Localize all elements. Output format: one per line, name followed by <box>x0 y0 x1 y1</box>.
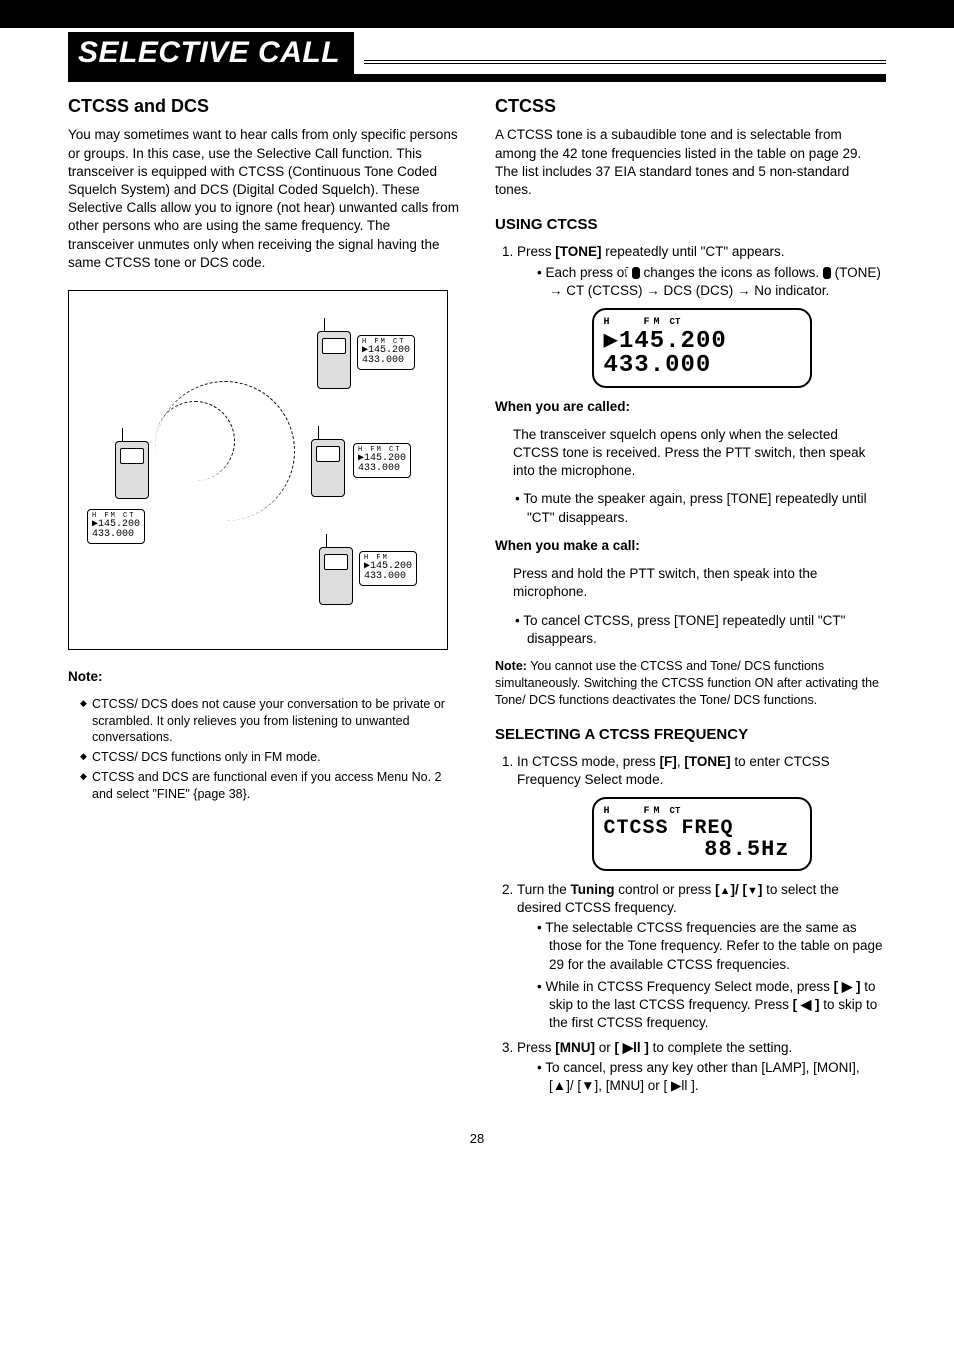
page-title: SELECTIVE CALL <box>68 32 354 74</box>
when-making-heading: When you make a call: <box>495 537 886 555</box>
radio-left-screen: H FM CT ▶145.200 433.000 <box>87 509 145 544</box>
handheld-radio-icon <box>317 331 351 389</box>
lcd-ct: CT <box>670 806 681 816</box>
broadcast-wave-icon <box>155 381 295 521</box>
lcd-line2: 433.000 <box>358 464 406 474</box>
section-ctcss-dcs-heading: CTCSS and DCS <box>68 94 459 118</box>
lcd-h: H <box>604 806 614 817</box>
lcd-line1: ▶145.200 <box>604 330 800 354</box>
lcd-line2: 88.5Hz <box>604 839 800 861</box>
mnu-key: [MNU] <box>555 1040 595 1055</box>
up-down-keys: [▲]/ [▼] <box>715 882 762 897</box>
lcd-line2: 433.000 <box>364 572 412 582</box>
right-column: CTCSS A CTCSS tone is a subaudible tone … <box>495 88 886 1101</box>
radio-mid-screen: H FM CT ▶145.200 433.000 <box>353 443 411 478</box>
title-underline <box>68 74 886 82</box>
right-arrow-key: [ ▶ ] <box>834 979 861 994</box>
left-column: CTCSS and DCS You may sometimes want to … <box>68 88 459 1101</box>
step-text: or <box>595 1040 615 1055</box>
left-arrow-key: [ ◀ ] <box>793 997 820 1012</box>
lcd-line2: 433.000 <box>92 530 140 540</box>
lcd-ctcss-on: H FM CT ▶145.200 433.000 <box>592 308 812 388</box>
using-ctcss-heading: USING CTCSS <box>495 215 886 235</box>
lcd-line2: 433.000 <box>604 354 800 378</box>
handheld-radio-icon <box>311 439 345 497</box>
step-text: Press <box>517 1040 555 1055</box>
right-arrow-icon: ▶ <box>842 979 852 994</box>
tone-key: [TONE] <box>555 244 601 259</box>
ctcss-dcs-intro: You may sometimes want to hear calls fro… <box>68 126 459 272</box>
lcd-ctcss-freq: H FM CT CTCSS FREQ 88.5Hz <box>592 797 812 871</box>
t-icon: T <box>632 267 640 279</box>
f-key: [F] <box>660 754 677 769</box>
selecting-ctcss-freq-heading: SELECTING A CTCSS FREQUENCY <box>495 725 886 745</box>
ctcss-note: Note: You cannot use the CTCSS and Tone/… <box>495 658 886 709</box>
step-text: repeatedly until "CT" appears. <box>602 244 785 259</box>
lcd-fm: FM <box>644 317 664 328</box>
when-called-text: The transceiver squelch opens only when … <box>513 426 886 481</box>
bullet-text: The selectable CTCSS frequencies are the… <box>545 920 882 971</box>
section-ctcss-heading: CTCSS <box>495 94 886 118</box>
radio-group-figure: H FM CT ▶145.200 433.000 H FM CT ▶145.20… <box>68 290 448 650</box>
note-item: CTCSS and DCS are functional even if you… <box>80 769 459 802</box>
up-arrow-icon: ▲ <box>720 885 731 897</box>
note-heading: Note: <box>495 659 527 673</box>
window-topbar <box>0 0 954 28</box>
step-text: Press <box>517 244 555 259</box>
step-text: control or press <box>615 882 716 897</box>
ctcss-intro: A CTCSS tone is a subaudible tone and is… <box>495 126 886 199</box>
bullet-text: To mute the speaker again, press [TONE] … <box>523 491 866 524</box>
down-arrow-icon: ▼ <box>747 885 758 897</box>
lcd-h: H <box>604 317 614 328</box>
note-item: CTCSS/ DCS does not cause your conversat… <box>80 696 459 745</box>
note-text: You cannot use the CTCSS and Tone/ DCS f… <box>495 659 879 707</box>
sel-step-3: Press [MNU] or [ ▶ll ] to complete the s… <box>517 1039 886 1096</box>
tuning-control: Tuning <box>571 882 615 897</box>
note-item: CTCSS/ DCS functions only in FM mode. <box>80 749 459 765</box>
step-text: to complete the setting. <box>649 1040 792 1055</box>
sel-bullet-1: • The selectable CTCSS frequencies are t… <box>549 919 886 974</box>
page-number: 28 <box>68 1131 886 1146</box>
handheld-radio-icon <box>319 547 353 605</box>
bullet-text: While in CTCSS Frequency Select mode, pr… <box>545 979 833 994</box>
left-arrow-icon: ◀ <box>801 997 811 1012</box>
ptt-playpause-key: [ ▶ll ] <box>615 1040 649 1055</box>
step-1: Press [TONE] repeatedly until "CT" appea… <box>517 243 886 387</box>
sel-step-2: Turn the Tuning control or press [▲]/ [▼… <box>517 881 886 1033</box>
page-content: SELECTIVE CALL CTCSS and DCS You may som… <box>0 32 954 1186</box>
t-icon: T <box>823 267 831 279</box>
sel-bullet-2: • While in CTCSS Frequency Select mode, … <box>549 978 886 1033</box>
bullet-text: To cancel CTCSS, press [TONE] repeatedly… <box>523 613 845 646</box>
lcd-ct: CT <box>670 317 681 327</box>
step-text: Turn the <box>517 882 571 897</box>
step-sub-bullet: • Each press of T changes the icons as f… <box>549 264 886 300</box>
radio-top-screen: H FM CT ▶145.200 433.000 <box>357 335 415 370</box>
handheld-radio-icon <box>115 441 149 499</box>
bullet-text: Each press of <box>545 265 631 280</box>
when-called-bullet: • To mute the speaker again, press [TONE… <box>527 490 886 526</box>
title-rule <box>364 60 886 64</box>
title-row: SELECTIVE CALL <box>68 32 886 74</box>
note-list: CTCSS/ DCS does not cause your conversat… <box>80 696 459 802</box>
tone-key: [TONE] <box>684 754 730 769</box>
sel-step-1: In CTCSS mode, press [F], [TONE] to ente… <box>517 753 886 871</box>
bullet-text: changes the icons as follows. <box>640 265 823 280</box>
radio-bottom-screen: H FM ▶145.200 433.000 <box>359 551 417 586</box>
lcd-line2: 433.000 <box>362 356 410 366</box>
when-making-bullet: • To cancel CTCSS, press [TONE] repeated… <box>527 612 886 648</box>
when-called-heading: When you are called: <box>495 398 886 416</box>
bullet-text: To cancel, press any key other than [LAM… <box>545 1060 859 1093</box>
lcd-line1: CTCSS FREQ <box>604 819 800 839</box>
step-text: In CTCSS mode, press <box>517 754 660 769</box>
when-making-text: Press and hold the PTT switch, then spea… <box>513 565 886 601</box>
sel-cancel-bullet: • To cancel, press any key other than [L… <box>549 1059 886 1095</box>
note-heading: Note: <box>68 669 103 684</box>
lcd-fm: FM <box>644 806 664 817</box>
